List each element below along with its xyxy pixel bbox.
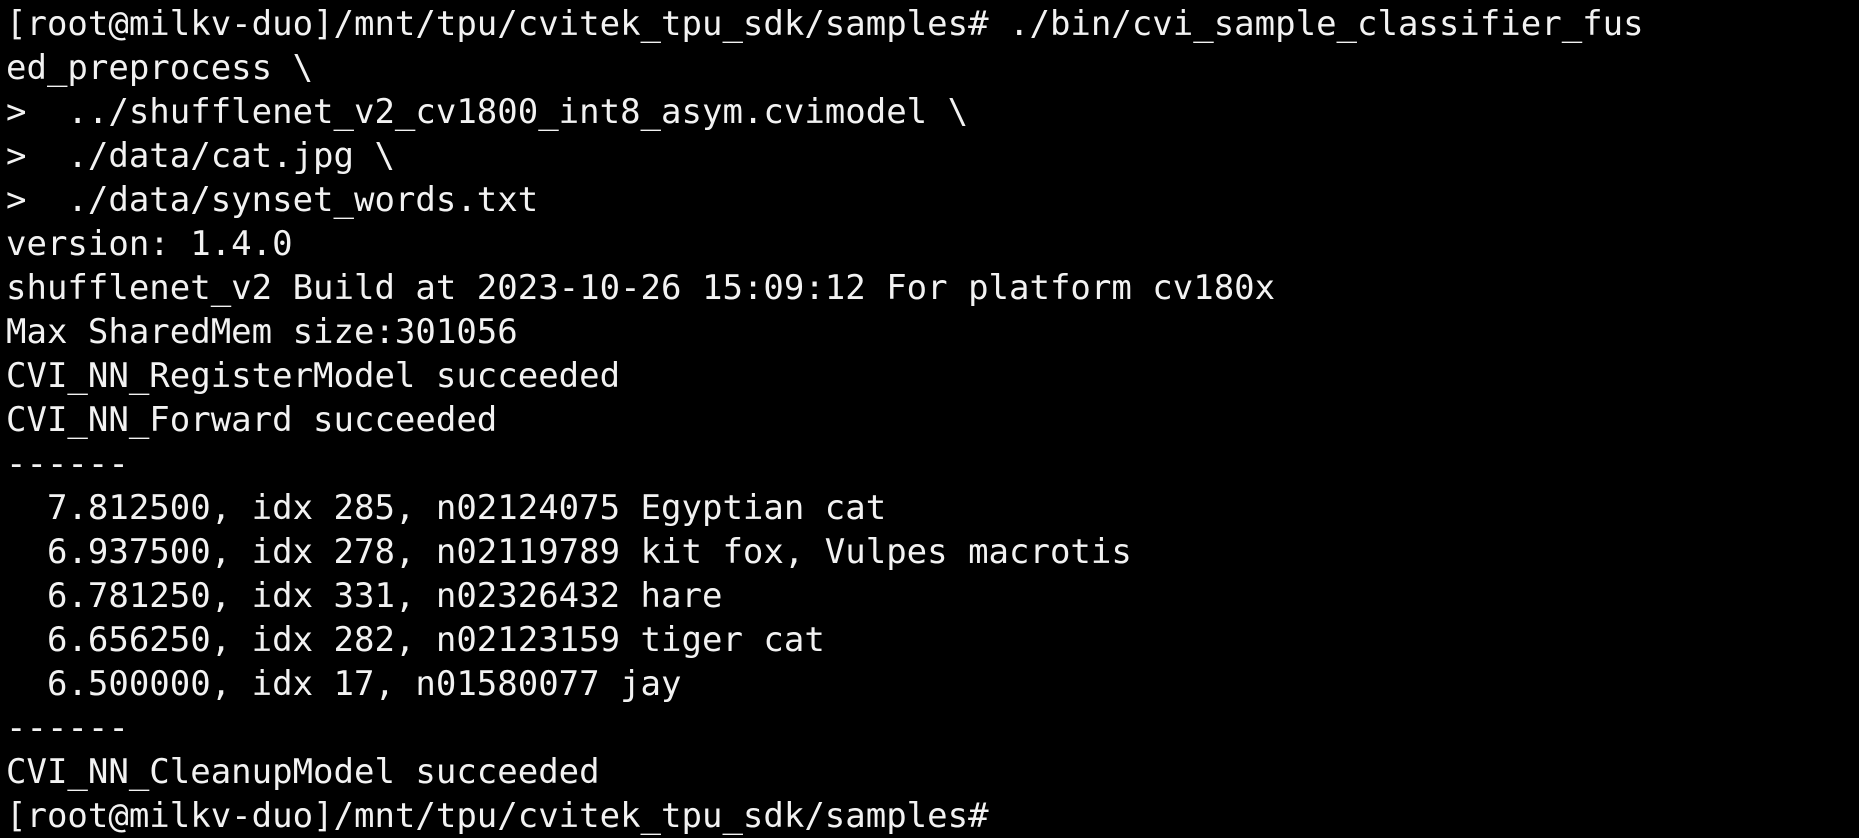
terminal-cursor — [989, 798, 991, 834]
current-prompt-line[interactable]: [root@milkv-duo]/mnt/tpu/cvitek_tpu_sdk/… — [6, 794, 1859, 838]
command-prompt-line: [root@milkv-duo]/mnt/tpu/cvitek_tpu_sdk/… — [6, 4, 1644, 44]
output-sharedmem-size: Max SharedMem size:301056 — [6, 312, 518, 352]
terminal-window[interactable]: [root@milkv-duo]/mnt/tpu/cvitek_tpu_sdk/… — [0, 0, 1859, 836]
current-prompt-text: [root@milkv-duo]/mnt/tpu/cvitek_tpu_sdk/… — [6, 796, 989, 836]
output-separator: ------ — [6, 444, 129, 484]
command-argument-image: > ./data/cat.jpg \ — [6, 136, 395, 176]
output-separator: ------ — [6, 708, 129, 748]
output-build-info: shufflenet_v2 Build at 2023-10-26 15:09:… — [6, 268, 1276, 308]
output-cleanup-status: CVI_NN_CleanupModel succeeded — [6, 752, 600, 792]
output-forward-status: CVI_NN_Forward succeeded — [6, 400, 498, 440]
output-result-row: 7.812500, idx 285, n02124075 Egyptian ca… — [6, 488, 887, 528]
output-result-row: 6.500000, idx 17, n01580077 jay — [6, 664, 682, 704]
command-argument-model: > ../shufflenet_v2_cv1800_int8_asym.cvim… — [6, 92, 969, 132]
output-result-row: 6.656250, idx 282, n02123159 tiger cat — [6, 620, 825, 660]
command-argument-labels: > ./data/synset_words.txt — [6, 180, 539, 220]
output-result-row: 6.937500, idx 278, n02119789 kit fox, Vu… — [6, 532, 1132, 572]
output-register-status: CVI_NN_RegisterModel succeeded — [6, 356, 621, 396]
command-continuation-line: ed_preprocess \ — [6, 48, 314, 88]
output-version: version: 1.4.0 — [6, 224, 293, 264]
output-result-row: 6.781250, idx 331, n02326432 hare — [6, 576, 723, 616]
